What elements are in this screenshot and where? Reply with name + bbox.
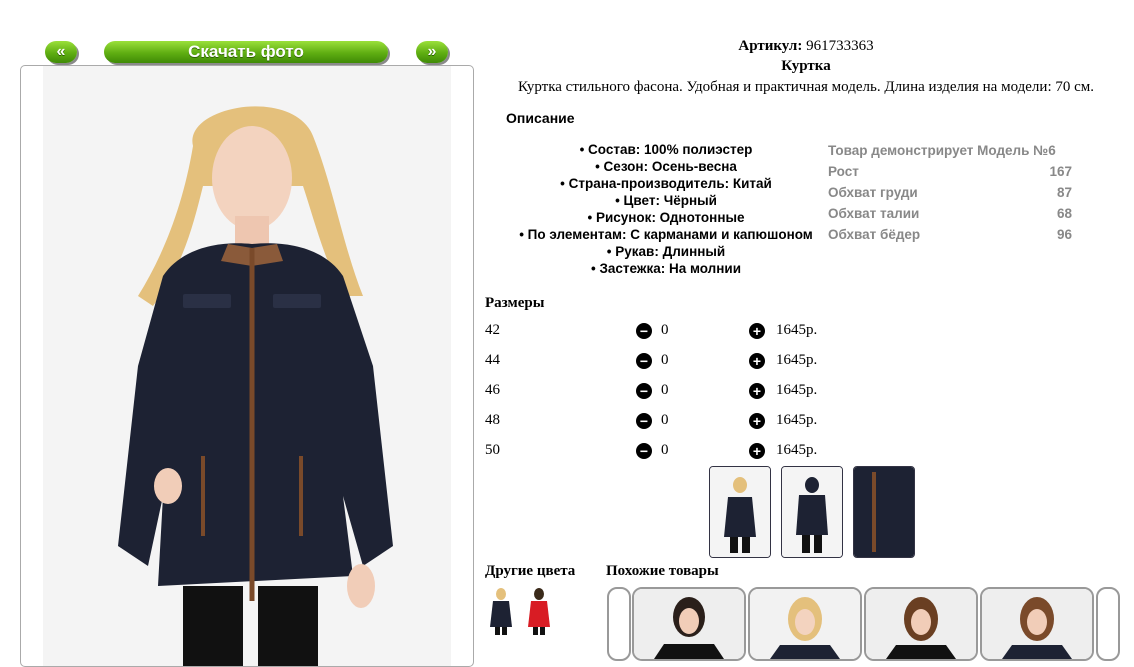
color-swatch-navy[interactable] (488, 587, 514, 635)
decrease-quantity-button[interactable]: − (636, 323, 652, 339)
increase-quantity-button[interactable]: + (749, 383, 765, 399)
similar-product-card[interactable] (864, 587, 978, 661)
model-info-row: Рост 167 (828, 164, 1072, 185)
size-price: 1645р. (776, 322, 818, 338)
decrease-quantity-button[interactable]: − (636, 413, 652, 429)
size-row: 44 − 0 + 1645р. (485, 352, 845, 374)
model-in-jacket-illustration (43, 66, 451, 666)
prev-photo-button[interactable]: « (45, 41, 77, 63)
model-info-title-text: Товар демонстрирует Модель №6 (828, 143, 1056, 158)
size-row: 48 − 0 + 1645р. (485, 412, 845, 434)
model-info-title: Товар демонстрирует Модель №6 (828, 143, 1072, 164)
main-product-photo[interactable] (43, 66, 451, 666)
model-info-value: 87 (1056, 185, 1072, 200)
thumbnail-back-image (782, 467, 842, 557)
size-price: 1645р. (776, 412, 818, 428)
quantity-value: 0 (661, 382, 669, 398)
property-item: • Цвет: Чёрный (615, 193, 717, 208)
property-item: • Рисунок: Однотонные (587, 210, 745, 225)
similar-product-card-partial[interactable] (607, 587, 631, 661)
increase-quantity-button[interactable]: + (749, 323, 765, 339)
model-info-row: Обхват бёдер 96 (828, 227, 1072, 248)
properties-list: • Состав: 100% полиэстер • Сезон: Осень-… (506, 141, 826, 277)
size-label: 50 (485, 442, 500, 458)
thumbnail-front-image (710, 467, 770, 557)
size-price: 1645р. (776, 352, 818, 368)
quantity-value: 0 (661, 322, 669, 338)
other-colors-title: Другие цвета (485, 563, 576, 579)
model-info-value: 167 (1049, 164, 1072, 179)
property-item: • По элементам: С карманами и капюшоном (519, 227, 813, 242)
size-label: 42 (485, 322, 500, 338)
article-label: Артикул: (738, 38, 803, 54)
main-photo-frame (20, 65, 474, 667)
increase-quantity-button[interactable]: + (749, 353, 765, 369)
thumbnail-detail[interactable] (853, 466, 915, 558)
description-title: Описание (506, 110, 575, 126)
article-value: 961733363 (806, 38, 874, 54)
sizes-title: Размеры (485, 295, 545, 311)
similar-product-card-partial[interactable] (1096, 587, 1120, 661)
model-info-label: Обхват бёдер (828, 227, 921, 242)
decrease-quantity-button[interactable]: − (636, 353, 652, 369)
model-info-value: 68 (1056, 206, 1072, 221)
thumbnail-detail-image (854, 467, 914, 557)
model-info-label: Обхват груди (828, 185, 918, 200)
product-short-description: Куртка стильного фасона. Удобная и практ… (517, 79, 1095, 95)
similar-product-card[interactable] (632, 587, 746, 661)
decrease-quantity-button[interactable]: − (636, 383, 652, 399)
color-swatch-red[interactable] (526, 587, 552, 635)
thumbnail-back[interactable] (781, 466, 843, 558)
article-line: Артикул: 961733363 (486, 36, 1126, 56)
size-row: 46 − 0 + 1645р. (485, 382, 845, 404)
increase-quantity-button[interactable]: + (749, 443, 765, 459)
model-info-row: Обхват груди 87 (828, 185, 1072, 206)
decrease-quantity-button[interactable]: − (636, 443, 652, 459)
similar-products-title: Похожие товары (606, 563, 719, 579)
size-price: 1645р. (776, 442, 818, 458)
product-info: Артикул: 961733363 Куртка Куртка стильно… (486, 36, 1126, 97)
thumbnail-front[interactable] (709, 466, 771, 558)
property-item: • Рукав: Длинный (606, 244, 726, 259)
property-item: • Застежка: На молнии (590, 261, 742, 276)
size-row: 42 − 0 + 1645р. (485, 322, 845, 344)
next-photo-button[interactable]: » (416, 41, 448, 63)
quantity-value: 0 (661, 442, 669, 458)
quantity-value: 0 (661, 412, 669, 428)
size-label: 48 (485, 412, 500, 428)
red-jacket-icon (528, 588, 550, 635)
navy-jacket-icon (490, 588, 512, 635)
similar-product-card[interactable] (980, 587, 1094, 661)
property-item: • Сезон: Осень-весна (595, 159, 737, 174)
increase-quantity-button[interactable]: + (749, 413, 765, 429)
model-info: Товар демонстрирует Модель №6 Рост 167 О… (828, 143, 1072, 248)
model-info-row: Обхват талии 68 (828, 206, 1072, 227)
property-item: • Состав: 100% полиэстер (579, 142, 753, 157)
size-price: 1645р. (776, 382, 818, 398)
size-label: 46 (485, 382, 500, 398)
quantity-value: 0 (661, 352, 669, 368)
property-item: • Страна-производитель: Китай (560, 176, 772, 191)
model-info-label: Обхват талии (828, 206, 920, 221)
product-name: Куртка (781, 58, 831, 74)
size-label: 44 (485, 352, 500, 368)
size-row: 50 − 0 + 1645р. (485, 442, 845, 464)
similar-product-card[interactable] (748, 587, 862, 661)
download-photo-button[interactable]: Скачать фото (104, 41, 388, 63)
model-info-label: Рост (828, 164, 859, 179)
model-info-value: 96 (1056, 227, 1072, 242)
